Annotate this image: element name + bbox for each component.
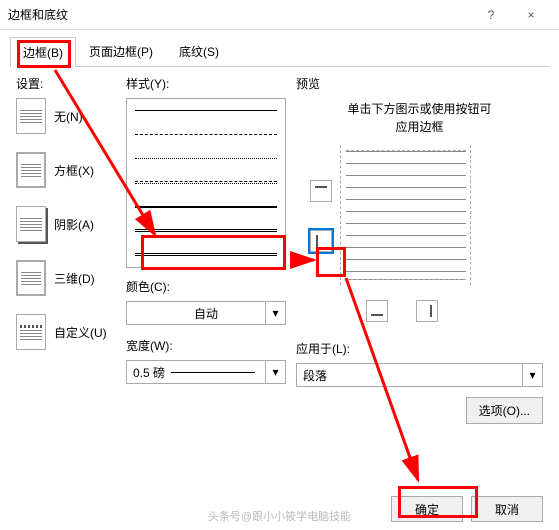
border-left-button[interactable] [310,230,332,252]
color-value: 自动 [133,305,279,322]
chevron-down-icon: ▾ [522,364,542,386]
border-top-button[interactable] [310,180,332,202]
tab-shading[interactable]: 底纹(S) [166,36,232,66]
applyto-label: 应用于(L): [296,340,543,357]
style-item[interactable] [127,195,285,219]
setting-3d[interactable]: 三维(D) [16,260,116,296]
setting-shadow-label: 阴影(A) [54,216,94,233]
width-label: 宽度(W): [126,337,286,354]
threed-icon [16,260,46,296]
tab-page-border[interactable]: 页面边框(P) [76,36,166,66]
preview-message: 单击下方图示或使用按钮可应用边框 [296,100,543,136]
width-line-icon [171,372,255,373]
style-item[interactable] [127,123,285,147]
style-item[interactable] [127,243,285,267]
setting-none[interactable]: 无(N) [16,98,116,134]
color-dropdown[interactable]: 自动 ▾ [126,301,286,325]
box-icon [16,152,46,188]
watermark: 头条号@跟小小筱学电脑技能 [208,508,351,524]
setting-shadow[interactable]: 阴影(A) [16,206,116,242]
options-button[interactable]: 选项(O)... [466,397,543,424]
none-icon [16,98,46,134]
setting-box[interactable]: 方框(X) [16,152,116,188]
shadow-icon [16,206,46,242]
chevron-down-icon: ▾ [265,302,285,324]
width-value: 0.5 磅 [133,364,165,381]
custom-icon [16,314,46,350]
applyto-value: 段落 [303,367,327,384]
chevron-down-icon: ▾ [265,361,285,383]
setting-custom-label: 自定义(U) [54,324,107,341]
preview-area [296,150,543,340]
applyto-dropdown[interactable]: 段落 ▾ [296,363,543,387]
style-item[interactable] [127,219,285,243]
help-button[interactable]: ? [471,1,511,29]
style-item[interactable] [127,99,285,123]
titlebar: 边框和底纹 ? × [0,0,559,30]
preview-label: 预览 [296,75,543,92]
setting-none-label: 无(N) [54,108,83,125]
style-item[interactable] [127,171,285,195]
tab-strip: 边框(B) 页面边框(P) 底纹(S) [10,36,549,67]
setting-box-label: 方框(X) [54,162,94,179]
close-button[interactable]: × [511,1,551,29]
dialog-footer: 确定 取消 [391,496,543,522]
style-label: 样式(Y): [126,75,286,92]
width-dropdown[interactable]: 0.5 磅 ▾ [126,360,286,384]
setting-3d-label: 三维(D) [54,270,95,287]
ok-button[interactable]: 确定 [391,496,463,522]
style-listbox[interactable] [126,98,286,268]
cancel-button[interactable]: 取消 [471,496,543,522]
setting-custom[interactable]: 自定义(U) [16,314,116,350]
settings-label: 设置: [16,75,116,92]
preview-document [346,150,466,280]
tab-border[interactable]: 边框(B) [10,37,76,67]
border-right-button[interactable] [416,300,438,322]
color-label: 颜色(C): [126,278,286,295]
window-title: 边框和底纹 [8,6,471,23]
border-bottom-button[interactable] [366,300,388,322]
style-item[interactable] [127,147,285,171]
